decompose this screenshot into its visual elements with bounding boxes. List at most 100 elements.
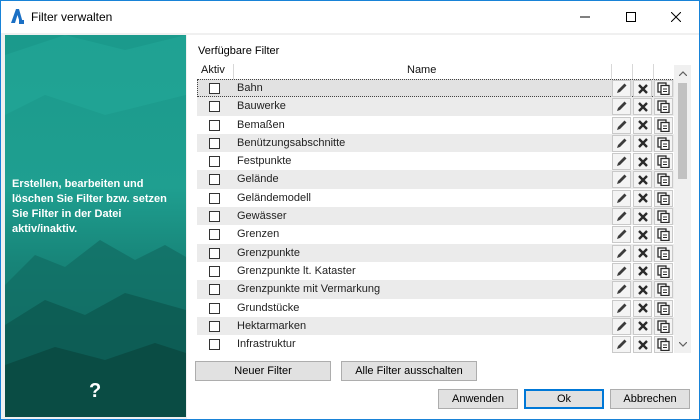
- copy-filter-button[interactable]: [654, 281, 673, 299]
- edit-filter-button[interactable]: [612, 116, 631, 134]
- copy-filter-button[interactable]: [654, 262, 673, 280]
- delete-filter-button[interactable]: [633, 262, 652, 280]
- column-header-name[interactable]: Name: [407, 64, 436, 76]
- copy-filter-button[interactable]: [654, 153, 673, 171]
- delete-filter-button[interactable]: [633, 80, 652, 97]
- close-window-button[interactable]: [653, 1, 699, 32]
- all-filters-off-button[interactable]: Alle Filter ausschalten: [341, 361, 477, 381]
- filter-row[interactable]: Grenzpunkte lt. Kataster: [197, 261, 675, 281]
- delete-filter-button[interactable]: [633, 299, 652, 317]
- copy-filter-button[interactable]: [654, 244, 673, 262]
- active-checkbox[interactable]: [209, 137, 220, 149]
- delete-filter-button[interactable]: [633, 98, 652, 116]
- edit-filter-button[interactable]: [612, 336, 631, 354]
- edit-filter-button[interactable]: [612, 189, 631, 207]
- delete-filter-button[interactable]: [633, 134, 652, 152]
- copy-filter-button[interactable]: [654, 98, 673, 116]
- copy-filter-button[interactable]: [654, 208, 673, 226]
- filter-row[interactable]: Grenzen: [197, 225, 675, 244]
- filter-name: Bauwerke: [237, 100, 286, 113]
- delete-icon: [637, 137, 649, 149]
- edit-filter-button[interactable]: [612, 226, 631, 244]
- delete-filter-button[interactable]: [633, 336, 652, 354]
- filter-row[interactable]: Grenzpunkte: [197, 243, 675, 262]
- delete-filter-button[interactable]: [633, 153, 652, 171]
- filter-row[interactable]: Hektarmarken: [197, 316, 675, 336]
- active-checkbox[interactable]: [209, 211, 220, 223]
- help-icon[interactable]: ?: [89, 381, 101, 401]
- filter-row[interactable]: Bemaßen: [197, 115, 675, 134]
- filter-row[interactable]: Festpunkte: [197, 152, 675, 171]
- delete-filter-button[interactable]: [633, 244, 652, 262]
- delete-filter-button[interactable]: [633, 116, 652, 134]
- active-checkbox[interactable]: [209, 339, 220, 351]
- edit-filter-button[interactable]: [612, 281, 631, 299]
- filter-row[interactable]: Grenzpunkte mit Vermarkung: [197, 280, 675, 299]
- filter-row[interactable]: Infrastruktur: [197, 335, 675, 354]
- active-checkbox[interactable]: [209, 302, 220, 314]
- edit-filter-button[interactable]: [612, 98, 631, 116]
- delete-filter-button[interactable]: [633, 208, 652, 226]
- column-separator: [233, 64, 234, 79]
- copy-filter-button[interactable]: [654, 189, 673, 207]
- new-filter-button[interactable]: Neuer Filter: [195, 361, 331, 381]
- edit-filter-button[interactable]: [612, 80, 631, 97]
- delete-filter-button[interactable]: [633, 189, 652, 207]
- filter-row[interactable]: Grundstücke: [197, 298, 675, 317]
- active-checkbox[interactable]: [209, 192, 220, 204]
- copy-filter-button[interactable]: [654, 226, 673, 244]
- edit-filter-button[interactable]: [612, 134, 631, 152]
- minimize-button[interactable]: [562, 1, 608, 32]
- filter-row[interactable]: Bauwerke: [197, 97, 675, 116]
- maximize-button[interactable]: [608, 1, 654, 32]
- filter-row[interactable]: Bahn: [197, 79, 675, 98]
- filter-row[interactable]: Gewässer: [197, 207, 675, 226]
- copy-filter-button[interactable]: [654, 317, 673, 335]
- active-checkbox[interactable]: [209, 247, 220, 259]
- active-checkbox[interactable]: [209, 156, 220, 168]
- filter-name: Infrastruktur: [237, 338, 296, 351]
- column-separator: [653, 64, 654, 79]
- filter-row[interactable]: Benützungsabschnitte: [197, 133, 675, 153]
- vertical-scrollbar[interactable]: [674, 65, 691, 353]
- delete-filter-button[interactable]: [633, 317, 652, 335]
- filter-row[interactable]: Gelände: [197, 170, 675, 189]
- active-checkbox[interactable]: [209, 265, 220, 277]
- scroll-up-icon[interactable]: [674, 65, 691, 82]
- scrollbar-thumb[interactable]: [678, 83, 687, 179]
- active-checkbox[interactable]: [209, 174, 220, 186]
- active-checkbox[interactable]: [209, 101, 220, 113]
- edit-filter-button[interactable]: [612, 153, 631, 171]
- edit-filter-button[interactable]: [612, 244, 631, 262]
- apply-button[interactable]: Anwenden: [438, 389, 518, 409]
- edit-filter-button[interactable]: [612, 317, 631, 335]
- filter-row[interactable]: Geländemodell: [197, 188, 675, 208]
- active-checkbox[interactable]: [209, 284, 220, 296]
- delete-filter-button[interactable]: [633, 281, 652, 299]
- active-checkbox[interactable]: [209, 320, 220, 332]
- active-checkbox[interactable]: [209, 229, 220, 241]
- copy-filter-button[interactable]: [654, 171, 673, 189]
- column-header-active[interactable]: Aktiv: [201, 64, 225, 76]
- copy-filter-button[interactable]: [654, 80, 673, 97]
- title-bar: Filter verwalten: [1, 1, 699, 33]
- active-checkbox[interactable]: [209, 119, 220, 131]
- copy-filter-button[interactable]: [654, 299, 673, 317]
- cancel-button[interactable]: Abbrechen: [610, 389, 690, 409]
- delete-filter-button[interactable]: [633, 226, 652, 244]
- filter-dialog: Filter verwalten Erstellen, bearbeiten u…: [0, 0, 700, 420]
- active-checkbox[interactable]: [209, 83, 220, 94]
- delete-icon: [637, 229, 649, 241]
- delete-filter-button[interactable]: [633, 171, 652, 189]
- copy-filter-button[interactable]: [654, 336, 673, 354]
- scroll-down-icon[interactable]: [674, 336, 691, 353]
- edit-filter-button[interactable]: [612, 262, 631, 280]
- copy-icon: [657, 265, 670, 278]
- copy-filter-button[interactable]: [654, 116, 673, 134]
- delete-icon: [637, 320, 649, 332]
- copy-filter-button[interactable]: [654, 134, 673, 152]
- edit-filter-button[interactable]: [612, 171, 631, 189]
- ok-button[interactable]: Ok: [524, 389, 604, 409]
- edit-filter-button[interactable]: [612, 299, 631, 317]
- edit-filter-button[interactable]: [612, 208, 631, 226]
